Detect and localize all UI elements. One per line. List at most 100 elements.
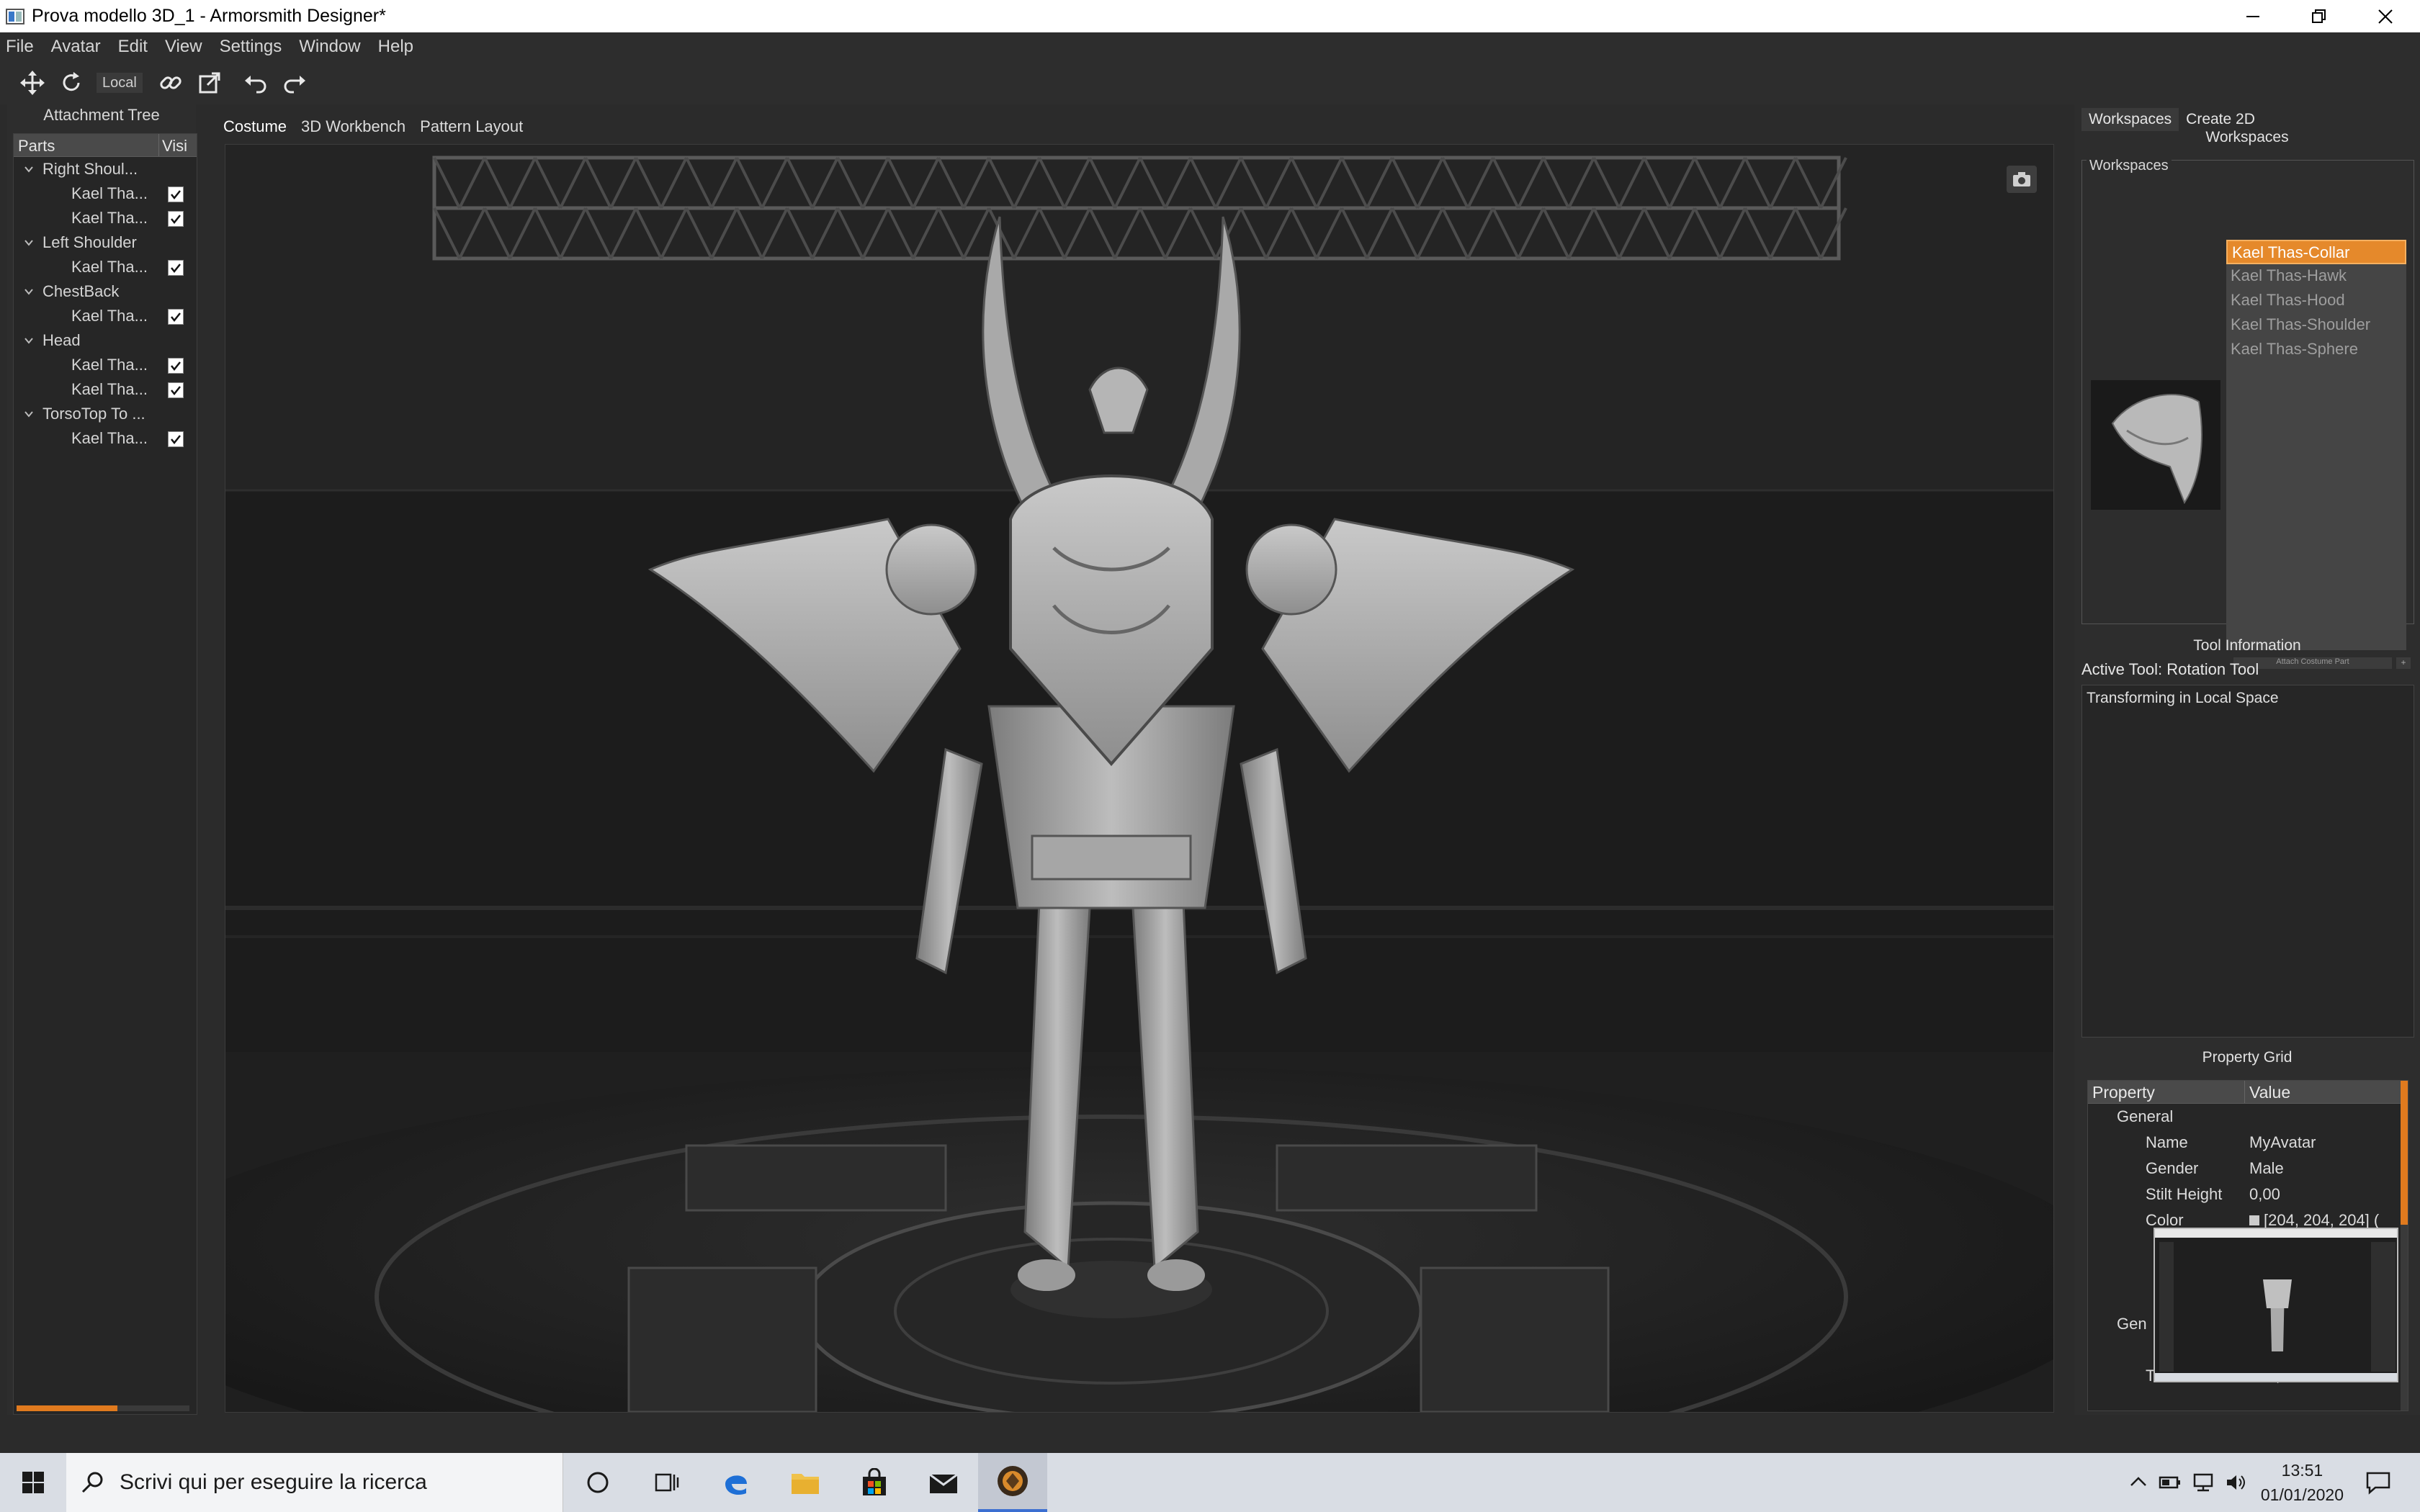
tab-pattern-layout[interactable]: Pattern Layout [413,117,530,136]
visibility-checkbox[interactable] [168,431,184,447]
tree-item-group[interactable]: Left Shoulder [14,230,197,255]
tree-item-label: Head [42,331,81,349]
notifications-icon[interactable] [2365,1470,2391,1495]
store-button[interactable] [840,1453,909,1512]
menu-edit[interactable]: Edit [109,37,156,57]
tree-item-part[interactable]: Kael Tha... [14,353,197,377]
tab-costume[interactable]: Costume [216,117,294,136]
minimize-button[interactable] [2220,0,2286,32]
window-title: Prova modello 3D_1 - Armorsmith Designer… [32,6,386,26]
taskbar-window-preview[interactable] [2154,1228,2398,1382]
minimize-icon [2246,15,2259,17]
chevron-down-icon[interactable] [24,336,34,346]
visibility-checkbox[interactable] [168,358,184,374]
tree-item-group[interactable]: Head [14,328,197,353]
tree-header: Parts Visi [14,134,197,157]
property-value[interactable]: Male [2245,1159,2284,1178]
property-row[interactable]: Name MyAvatar [2088,1130,2408,1156]
tree-item-part[interactable]: Kael Tha... [14,181,197,206]
mail-icon [929,1473,958,1493]
add-workspace-button[interactable]: + [2396,657,2411,669]
redo-icon [284,76,305,94]
menu-view[interactable]: View [156,37,211,57]
rotate-tool-button[interactable] [52,63,91,102]
column-value[interactable]: Value [2245,1081,2295,1103]
tab-3d-workbench[interactable]: 3D Workbench [294,117,413,136]
workspace-item[interactable]: Kael Thas-Collar [2226,240,2406,264]
property-group-row[interactable]: General [2088,1104,2408,1130]
workspace-item[interactable]: Kael Thas-Hood [2226,289,2406,313]
close-button[interactable] [2352,0,2419,32]
external-link-icon [199,72,220,94]
space-mode-selector[interactable]: Local [97,73,143,93]
chevron-down-icon[interactable] [24,287,34,297]
property-grid-header: Property Grid [2202,1049,2293,1066]
tree-item-part[interactable]: Kael Tha... [14,426,197,451]
battery-icon[interactable] [2159,1472,2182,1493]
restore-button[interactable] [2286,0,2352,32]
export-button[interactable] [190,63,229,102]
volume-icon[interactable] [2225,1472,2248,1493]
mail-button[interactable] [909,1453,978,1512]
visibility-checkbox[interactable] [168,382,184,398]
cortana-button[interactable] [563,1453,632,1512]
column-property[interactable]: Property [2088,1081,2245,1103]
visibility-checkbox[interactable] [168,309,184,325]
chevron-down-icon[interactable] [24,409,34,419]
start-button[interactable] [0,1453,66,1512]
tree-item-group[interactable]: ChestBack [14,279,197,304]
menu-avatar[interactable]: Avatar [42,37,109,57]
checkmark-icon [171,264,181,274]
tree-scrollbar[interactable] [17,1405,189,1411]
property-value[interactable]: 0,00 [2245,1185,2280,1204]
property-grid-scrollbar[interactable] [2401,1081,2408,1410]
workspace-item[interactable]: Kael Thas-Shoulder [2226,313,2406,338]
screenshot-button[interactable] [2007,166,2037,193]
menu-settings[interactable]: Settings [211,37,291,57]
chevron-up-icon[interactable] [2128,1472,2148,1493]
tree-scroll-thumb[interactable] [17,1405,117,1411]
menu-window[interactable]: Window [290,37,369,57]
menu-file[interactable]: File [0,37,42,57]
redo-button[interactable] [275,63,314,102]
visibility-checkbox[interactable] [168,211,184,227]
attachment-tree: Parts Visi Right Shoul... Kael Tha... Kael… [13,133,197,1415]
menu-help[interactable]: Help [369,37,422,57]
property-row[interactable]: Stilt Height 0,00 [2088,1182,2408,1207]
3d-viewport[interactable] [225,144,2054,1413]
tree-item-part[interactable]: Kael Tha... [14,304,197,328]
property-scroll-thumb[interactable] [2401,1081,2408,1225]
armorsmith-taskbar-button[interactable] [978,1453,1047,1512]
search-icon [81,1472,103,1493]
task-view-button[interactable] [632,1453,702,1512]
column-visible[interactable]: Visi [159,134,197,156]
chevron-down-icon[interactable] [24,238,34,248]
visibility-checkbox[interactable] [168,260,184,276]
close-icon [2378,9,2393,24]
tree-item-label: Kael Tha... [71,209,148,227]
tree-item-part[interactable]: Kael Tha... [14,255,197,279]
tab-workspaces[interactable]: Workspaces [2081,108,2179,131]
visibility-checkbox[interactable] [168,186,184,202]
tree-item-group[interactable]: Right Shoul... [14,157,197,181]
workspace-item[interactable]: Kael Thas-Sphere [2226,338,2406,362]
property-row[interactable]: Gender Male [2088,1156,2408,1182]
checkmark-icon [171,312,181,323]
taskbar-clock[interactable]: 13:51 01/01/2020 [2261,1458,2344,1507]
network-icon[interactable] [2192,1472,2215,1493]
tree-item-group[interactable]: TorsoTop To ... [14,402,197,426]
column-parts[interactable]: Parts [14,134,159,156]
chevron-down-icon[interactable] [24,164,34,174]
undo-button[interactable] [236,63,275,102]
tree-item-part[interactable]: Kael Tha... [14,206,197,230]
link-button[interactable] [151,63,190,102]
property-value[interactable]: MyAvatar [2245,1133,2316,1152]
tree-item-part[interactable]: Kael Tha... [14,377,197,402]
move-tool-button[interactable] [13,63,52,102]
edge-browser-button[interactable] [702,1453,771,1512]
tab-create-2d[interactable]: Create 2D [2179,108,2262,131]
workspace-item[interactable]: Kael Thas-Hawk [2226,264,2406,289]
taskbar-search-box[interactable]: Scrivi qui per eseguire la ricerca [66,1453,563,1512]
undo-icon [244,76,266,94]
file-explorer-button[interactable] [771,1453,840,1512]
